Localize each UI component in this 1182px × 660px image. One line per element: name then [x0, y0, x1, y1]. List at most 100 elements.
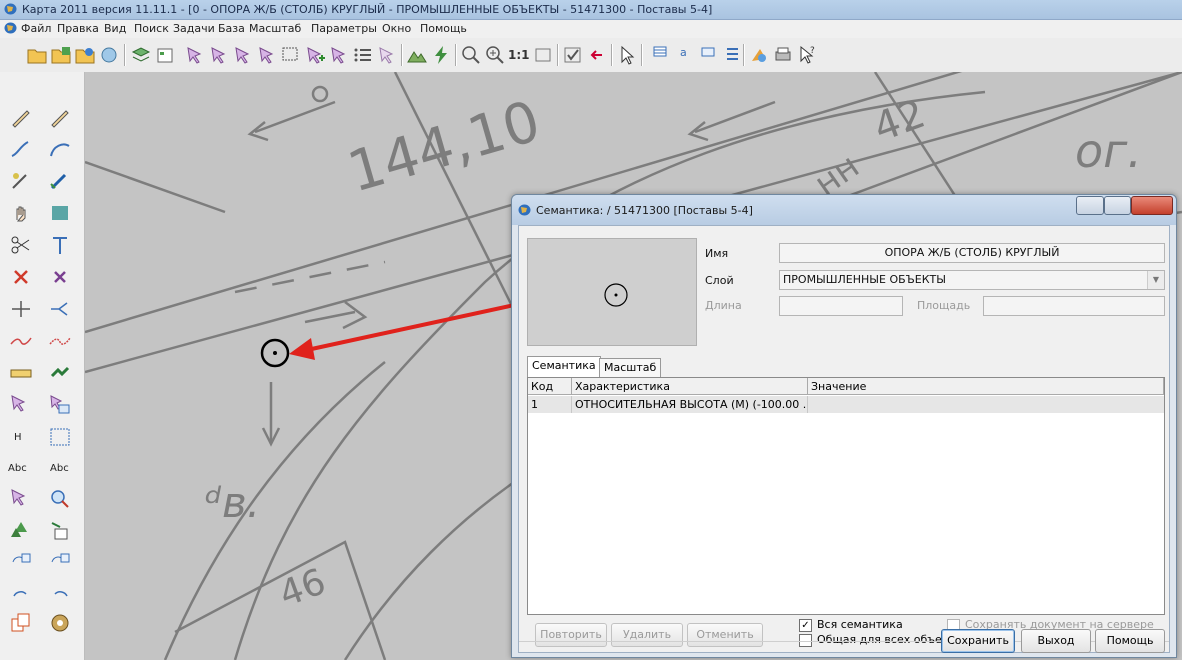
maximize-button[interactable] [1104, 196, 1131, 215]
copy-icon[interactable] [8, 610, 34, 636]
map-arrow-line [254, 100, 336, 134]
cancel-button[interactable]: Отменить [687, 623, 763, 647]
tree-icon[interactable] [8, 518, 34, 544]
zoom-in-icon[interactable] [484, 44, 506, 66]
frame-select-icon[interactable] [47, 424, 73, 450]
draw-line-icon[interactable] [8, 104, 34, 130]
fill-area-icon[interactable] [47, 200, 73, 226]
tab-scale[interactable]: Масштаб [599, 358, 662, 377]
column-header-value[interactable]: Значение [808, 378, 1164, 395]
minimize-button[interactable] [1076, 196, 1104, 215]
tab-semantics[interactable]: Семантика [527, 356, 601, 377]
column-header-code[interactable]: Код [528, 378, 572, 395]
menu-search[interactable]: Поиск [134, 22, 169, 35]
cell-code[interactable]: 1 [528, 396, 572, 413]
back-icon[interactable] [586, 44, 608, 66]
zoom-area-icon[interactable] [460, 44, 482, 66]
layer-select[interactable]: ПРОМЫШЛЕННЫЕ ОБЪЕКТЫ ▼ [779, 270, 1165, 290]
menu-scale[interactable]: Масштаб [249, 22, 301, 35]
selection-help-icon[interactable] [328, 44, 350, 66]
select-objects-a-icon[interactable] [208, 44, 230, 66]
map-label: 144,10 [341, 89, 547, 205]
pointer-icon[interactable] [616, 44, 638, 66]
label-pointer-icon[interactable]: a [670, 44, 692, 66]
cut-icon[interactable] [8, 232, 34, 258]
hand-icon[interactable] [8, 200, 34, 226]
menu-view[interactable]: Вид [104, 22, 126, 35]
redo-icon[interactable] [8, 580, 34, 606]
lightning-icon[interactable] [430, 44, 452, 66]
chevron-down-icon[interactable]: ▼ [1147, 271, 1164, 289]
edit-point-icon[interactable] [47, 168, 73, 194]
close-button[interactable] [1131, 196, 1173, 215]
menu-help[interactable]: Помощь [420, 22, 467, 35]
select-a-icon[interactable] [8, 392, 34, 418]
settings-gear-icon[interactable] [47, 610, 73, 636]
symbol-preview [527, 238, 697, 346]
print-icon[interactable] [772, 44, 794, 66]
delete-icon[interactable] [8, 264, 34, 290]
check-icon[interactable] [562, 44, 584, 66]
smooth-icon[interactable] [47, 328, 73, 354]
snap-icon[interactable] [47, 232, 73, 258]
menu-database[interactable]: База [218, 22, 245, 35]
attributes-icon[interactable] [718, 44, 740, 66]
zoom-1-1-button[interactable]: 1:1 [508, 48, 530, 62]
object-table-icon[interactable] [47, 518, 73, 544]
palette-icon[interactable] [748, 44, 770, 66]
document-icon[interactable] [4, 22, 17, 34]
text-tool-alt-button[interactable]: Abc [50, 463, 69, 474]
open-folder-icon[interactable] [26, 44, 48, 66]
select-rect-icon[interactable] [280, 44, 302, 66]
delete-button[interactable]: Удалить [611, 623, 683, 647]
draw-curve-icon[interactable] [47, 136, 73, 162]
undo-list-icon[interactable] [47, 548, 73, 574]
column-header-characteristic[interactable]: Характеристика [572, 378, 808, 395]
h-tool[interactable]: H [14, 432, 22, 443]
branch-icon[interactable] [47, 296, 73, 322]
undo-table-icon[interactable] [8, 548, 34, 574]
context-help-icon[interactable]: ? [796, 44, 818, 66]
draw-spline-icon[interactable] [8, 136, 34, 162]
legend-icon[interactable] [154, 44, 176, 66]
menu-tasks[interactable]: Задачи [173, 22, 215, 35]
save-button[interactable]: Сохранить [941, 629, 1015, 653]
dialog-titlebar[interactable]: Семантика: / 51471300 [Поставы 5-4] [512, 195, 1176, 225]
edit-pointer-icon[interactable] [694, 44, 716, 66]
split-icon[interactable] [8, 296, 34, 322]
select-objects-c-icon[interactable] [256, 44, 278, 66]
fit-window-icon[interactable] [532, 44, 554, 66]
menu-edit[interactable]: Правка [57, 22, 99, 35]
open-map-icon[interactable] [50, 44, 72, 66]
select-object-icon[interactable] [184, 44, 206, 66]
draw-line-icon[interactable] [47, 104, 73, 130]
select-table-icon[interactable] [47, 392, 73, 418]
move-icon[interactable] [47, 360, 73, 386]
cell-characteristic[interactable]: ОТНОСИТЕЛЬНАЯ ВЫСОТА (М) (-100.00 ... 1 [572, 396, 808, 413]
clear-selection-icon[interactable] [376, 44, 398, 66]
undo-icon[interactable] [47, 580, 73, 606]
list-icon[interactable] [352, 44, 374, 66]
delete-area-icon[interactable] [47, 264, 73, 290]
select-b-icon[interactable] [8, 486, 34, 512]
open-site-icon[interactable] [74, 44, 96, 66]
relief-icon[interactable] [406, 44, 428, 66]
menu-window[interactable]: Окно [382, 22, 411, 35]
select-objects-b-icon[interactable] [232, 44, 254, 66]
find-icon[interactable] [47, 486, 73, 512]
text-tool-button[interactable]: Abc [8, 463, 27, 474]
menu-parameters[interactable]: Параметры [311, 22, 377, 35]
table-pointer-icon[interactable] [646, 44, 668, 66]
cell-value[interactable] [808, 396, 1164, 413]
repeat-button[interactable]: Повторить [535, 623, 607, 647]
layers-icon[interactable] [98, 44, 120, 66]
draw-contour-icon[interactable] [8, 168, 34, 194]
all-semantics-checkbox[interactable]: ✓ [799, 619, 812, 632]
menu-file[interactable]: Файл [21, 22, 51, 35]
ruler-icon[interactable] [8, 360, 34, 386]
join-icon[interactable] [8, 328, 34, 354]
help-button[interactable]: Помощь [1095, 629, 1165, 653]
add-to-selection-icon[interactable] [304, 44, 326, 66]
exit-button[interactable]: Выход [1021, 629, 1091, 653]
layers-stack-icon[interactable] [130, 44, 152, 66]
